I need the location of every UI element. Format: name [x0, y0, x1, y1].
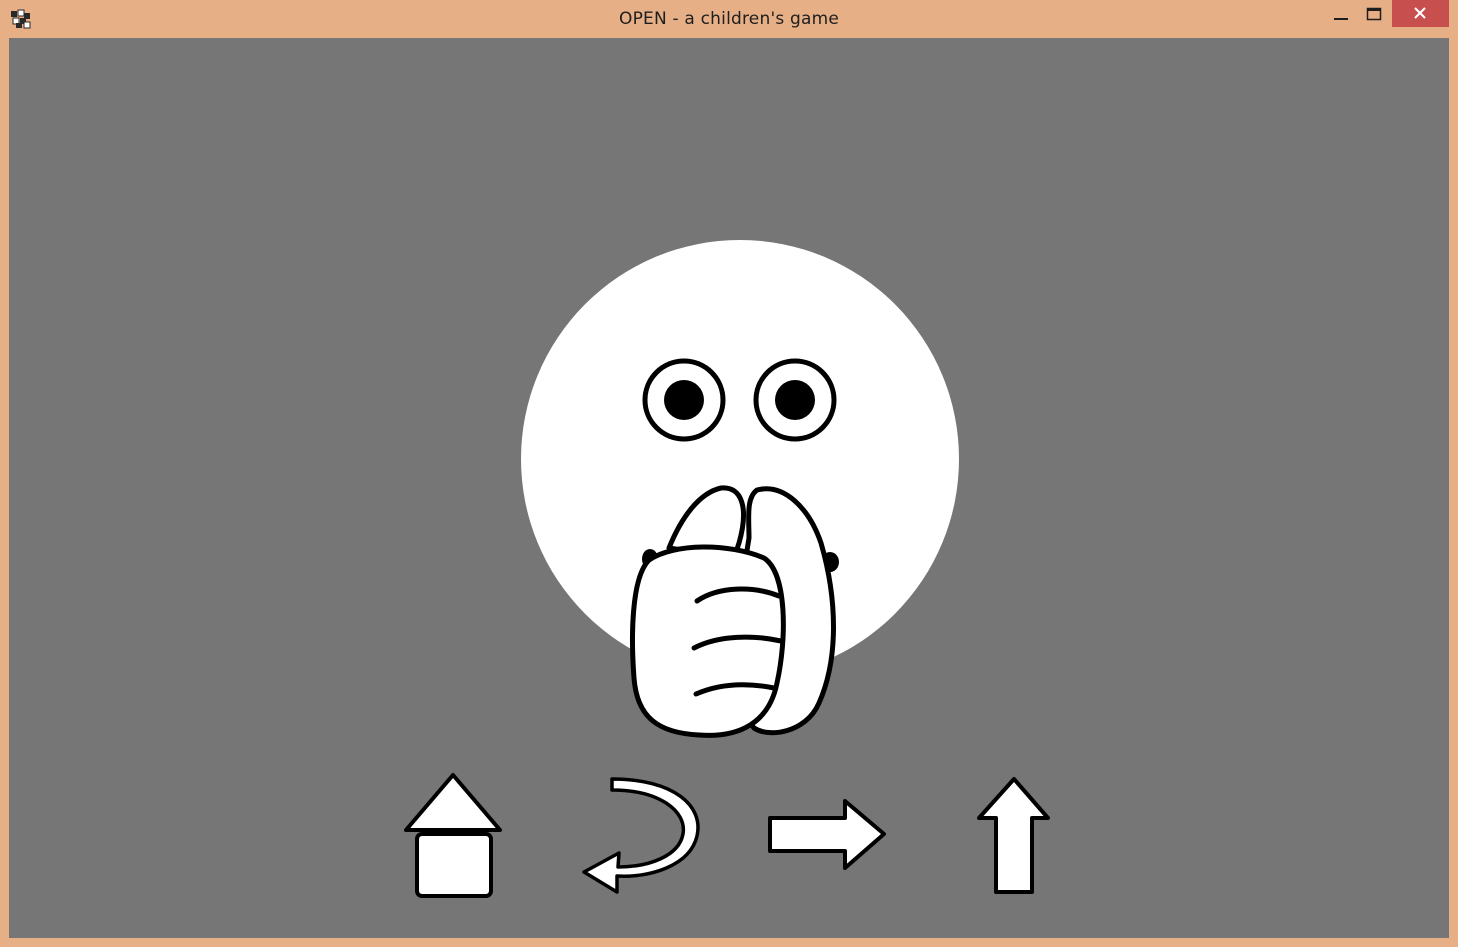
close-button[interactable]: [1392, 0, 1449, 27]
up-button[interactable]: [975, 776, 1051, 896]
left-eye: [642, 358, 726, 442]
close-icon: [1414, 7, 1426, 19]
minimize-button[interactable]: [1326, 0, 1356, 27]
right-eye: [753, 358, 837, 442]
title-bar[interactable]: OPEN - a children's game: [0, 0, 1458, 37]
game-scene: [521, 240, 959, 738]
home-button[interactable]: [403, 772, 503, 900]
window-title: OPEN - a children's game: [618, 9, 840, 29]
next-button[interactable]: [767, 798, 889, 872]
maximize-icon: [1366, 7, 1382, 21]
back-button[interactable]: [579, 776, 701, 898]
up-arrow-icon: [977, 777, 1050, 894]
minimize-icon: [1334, 18, 1348, 20]
curved-back-arrow-icon: [582, 777, 700, 894]
maximize-button[interactable]: [1358, 0, 1390, 27]
right-arrow-icon: [768, 799, 886, 870]
home-icon: [404, 773, 502, 898]
game-canvas[interactable]: [9, 38, 1449, 938]
